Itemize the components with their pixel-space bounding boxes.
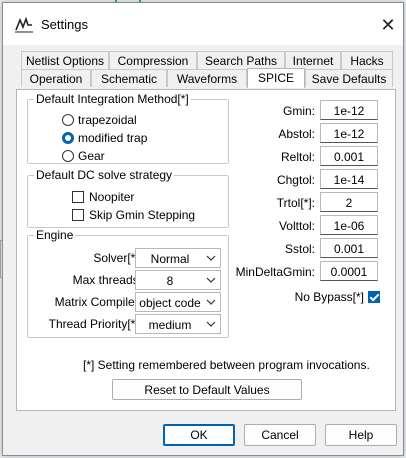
reltol-field[interactable]: 0.001	[320, 146, 378, 166]
gmin-label: Gmin:	[282, 104, 315, 118]
chgtol-label: Chgtol:	[276, 173, 315, 187]
chevron-down-icon	[206, 277, 216, 283]
trtol-label: Trtol[*]:	[276, 196, 315, 210]
reset-defaults-button[interactable]: Reset to Default Values	[112, 379, 302, 400]
volttol-field[interactable]: 1e-06	[320, 215, 378, 235]
threads-label: Max threads:	[72, 273, 142, 287]
tab-compression[interactable]: Compression	[109, 51, 197, 69]
integration-method-group: Default Integration Method[*]	[27, 92, 229, 164]
skip-gmin-checkbox[interactable]	[72, 209, 84, 221]
tab-operation[interactable]: Operation	[21, 69, 91, 87]
compiler-value: object code	[139, 296, 201, 310]
trtol-field[interactable]: 2	[320, 192, 378, 212]
settings-dialog: Settings ✕ Netlist Options Compression S…	[2, 2, 404, 456]
window-title: Settings	[41, 17, 88, 32]
radio-trapezoidal[interactable]	[62, 114, 74, 126]
ltspice-app-icon	[15, 16, 33, 33]
solver-value: Normal	[150, 252, 190, 266]
tab-waveforms[interactable]: Waveforms	[167, 69, 247, 87]
skip-gmin-label: Skip Gmin Stepping	[89, 208, 196, 222]
cancel-button[interactable]: Cancel	[244, 424, 316, 446]
chevron-down-icon	[206, 321, 216, 327]
spice-tab-panel: Default Integration Method[*] trapezoida…	[16, 89, 396, 411]
abstol-label: Abstol:	[278, 127, 315, 141]
abstol-field[interactable]: 1e-12	[320, 123, 378, 143]
tab-internet[interactable]: Internet	[285, 51, 341, 69]
radio-modified-trap[interactable]	[62, 132, 74, 144]
reltol-label: Reltol:	[280, 150, 315, 164]
dc-strategy-legend: Default DC solve strategy	[36, 168, 173, 182]
priority-label: Thread Priority[*]:	[48, 317, 142, 331]
no-bypass-label: No Bypass[*]	[294, 290, 364, 304]
tab-schematic[interactable]: Schematic	[91, 69, 167, 87]
tab-netlist-options[interactable]: Netlist Options	[21, 51, 109, 69]
help-button[interactable]: Help	[325, 424, 397, 446]
radio-modified-trap-label: modified trap	[78, 131, 148, 145]
compiler-label: Matrix Compiler:	[54, 295, 142, 309]
chevron-down-icon	[206, 255, 216, 261]
tab-search-paths[interactable]: Search Paths	[197, 51, 285, 69]
ok-button[interactable]: OK	[163, 424, 235, 446]
compiler-select[interactable]: object code	[135, 292, 221, 312]
min-delta-gmin-label: MinDeltaGmin:	[235, 265, 315, 279]
priority-select[interactable]: medium	[135, 314, 221, 334]
radio-gear-label: Gear	[78, 149, 105, 163]
volttol-label: Volttol:	[278, 219, 315, 233]
sstol-label: Sstol:	[284, 242, 315, 256]
remembered-note: [*] Setting remembered between program i…	[83, 358, 370, 372]
sstol-field[interactable]: 0.001	[320, 238, 378, 258]
integration-method-legend: Default Integration Method[*]	[36, 92, 189, 106]
tab-save-defaults[interactable]: Save Defaults	[305, 69, 393, 87]
min-delta-gmin-field[interactable]: 0.0001	[320, 261, 378, 281]
engine-legend: Engine	[36, 228, 74, 242]
tab-hacks[interactable]: Hacks	[341, 51, 393, 69]
close-icon[interactable]: ✕	[379, 16, 397, 34]
threads-value: 8	[166, 274, 174, 288]
chgtol-field[interactable]: 1e-14	[320, 169, 378, 189]
noopiter-checkbox[interactable]	[72, 191, 84, 203]
radio-trapezoidal-label: trapezoidal	[78, 113, 137, 127]
gmin-field[interactable]: 1e-12	[320, 100, 378, 120]
radio-gear[interactable]	[62, 150, 74, 162]
chevron-down-icon	[206, 299, 216, 305]
priority-value: medium	[148, 318, 192, 332]
solver-select[interactable]: Normal	[135, 248, 221, 268]
threads-select[interactable]: 8	[135, 270, 221, 290]
tab-spice[interactable]: SPICE	[247, 68, 305, 88]
noopiter-label: Noopiter	[89, 190, 135, 204]
no-bypass-checkbox[interactable]	[368, 291, 380, 303]
title-bar: Settings ✕	[3, 3, 403, 45]
